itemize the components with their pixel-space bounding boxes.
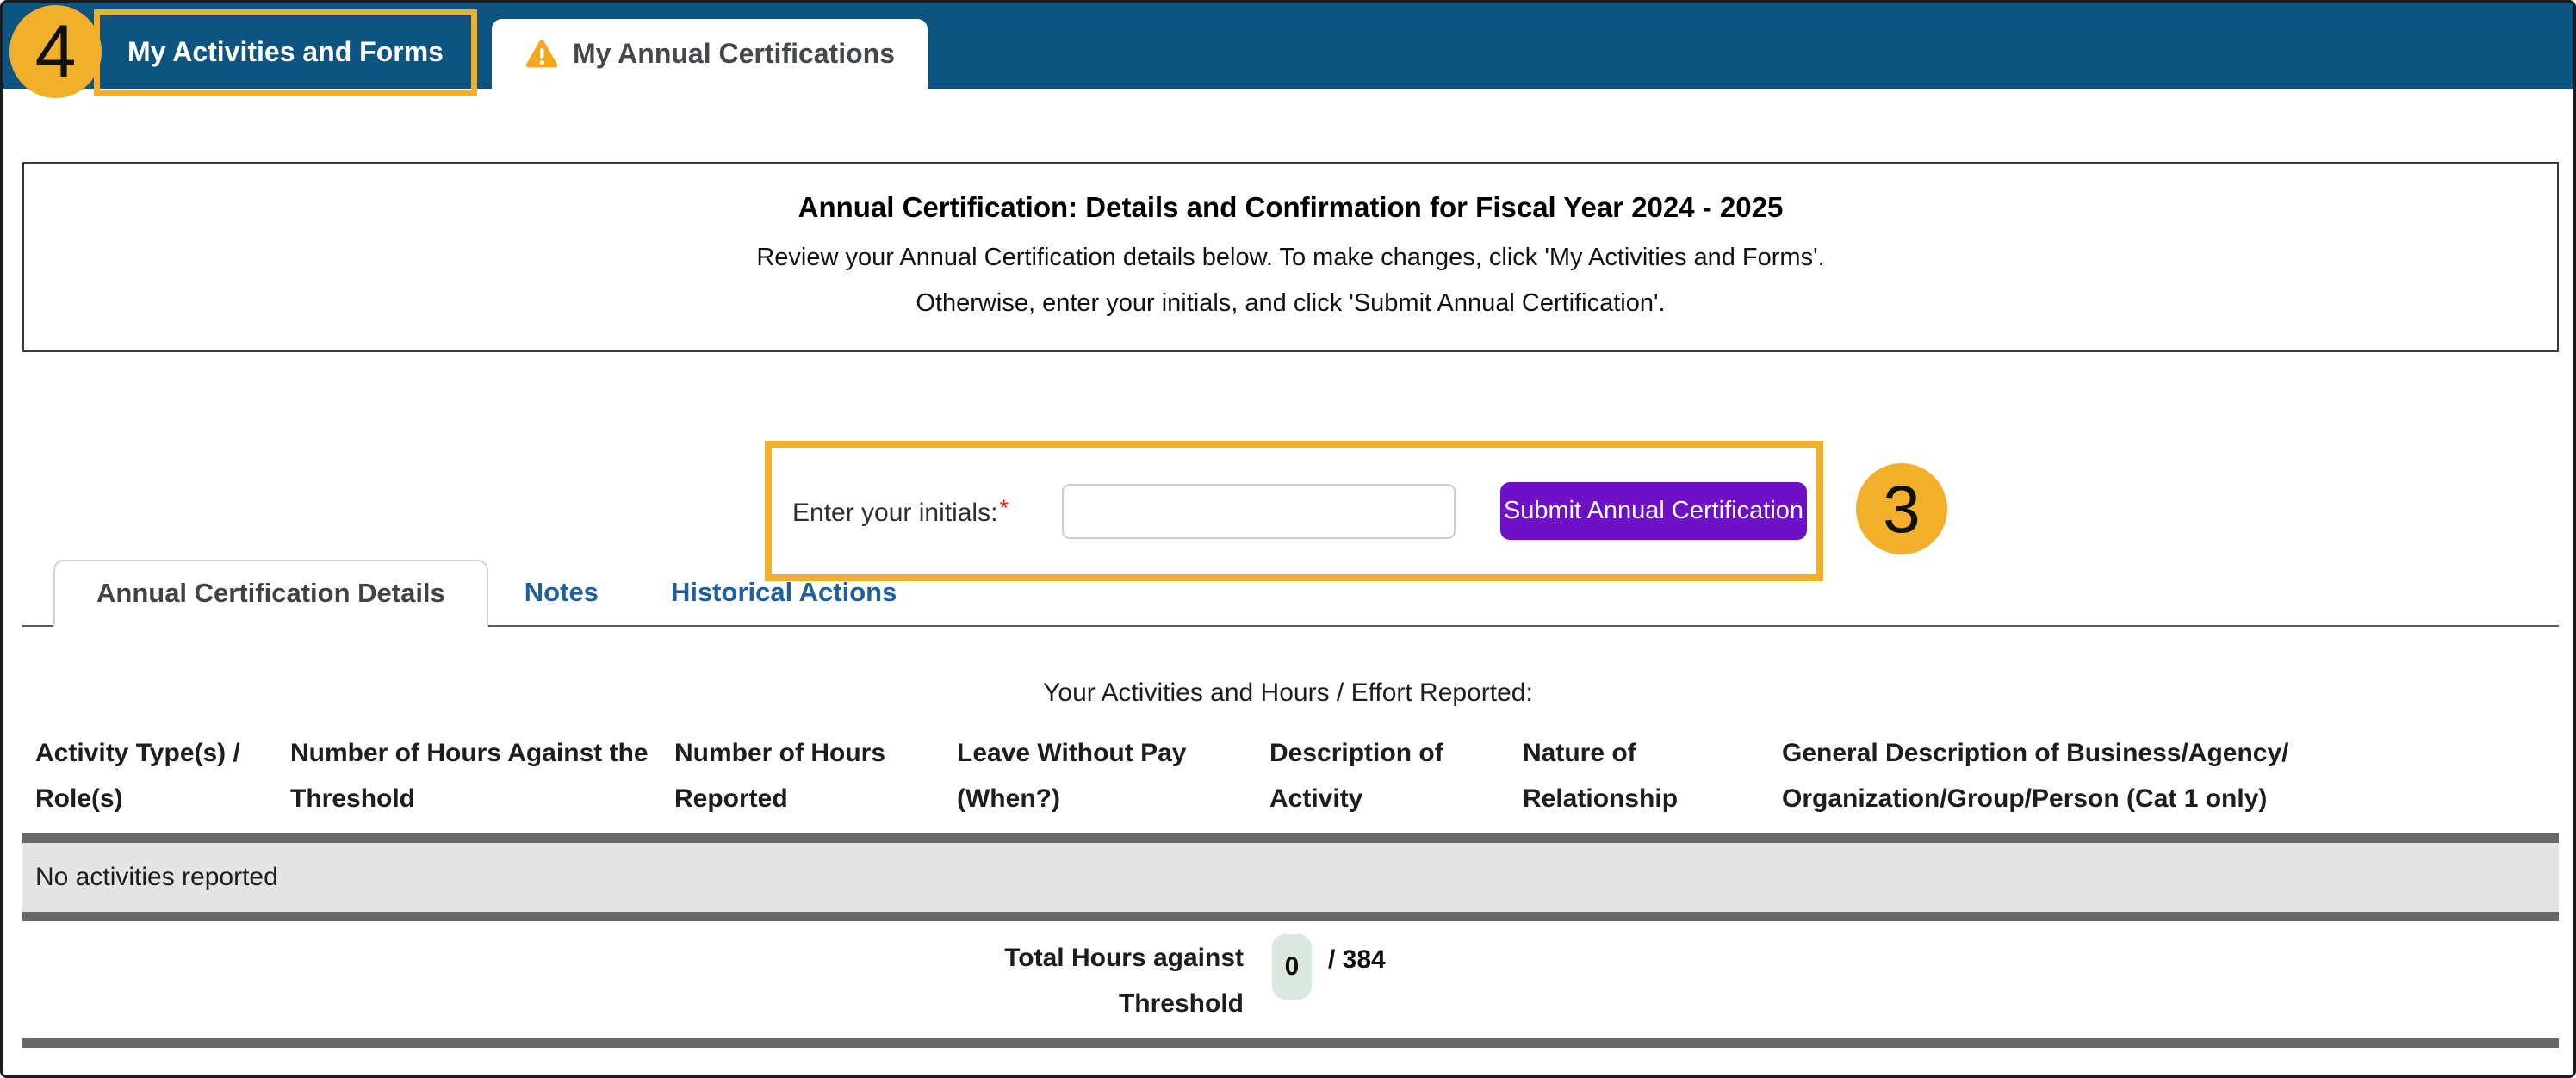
- table-divider-bottom: [22, 1038, 2559, 1048]
- warning-icon: [525, 38, 559, 70]
- tab-notes[interactable]: Notes: [488, 560, 635, 625]
- activities-table-caption: Your Activities and Hours / Effort Repor…: [3, 678, 2573, 708]
- column-activity-type-line1: Activity Type(s) /: [35, 730, 277, 776]
- totals-row: Total Hours against Threshold 0 / 384: [22, 921, 2559, 1038]
- column-description-of-activity: Description of Activity: [1257, 730, 1510, 821]
- tab-my-annual-certifications[interactable]: My Annual Certifications: [492, 19, 928, 89]
- column-activity-type: Activity Type(s) / Role(s): [22, 730, 277, 821]
- column-hours-against-threshold-line1: Number of Hours Against the: [290, 730, 661, 776]
- column-general-description: General Description of Business/Agency/ …: [1769, 730, 2559, 821]
- total-hours-label-line2: Threshold: [22, 981, 1244, 1026]
- total-hours-threshold: / 384: [1328, 945, 1386, 975]
- column-hours-reported-line2: Reported: [674, 776, 944, 821]
- column-description-of-activity-line1: Description of: [1269, 730, 1510, 776]
- column-leave-without-pay-line2: (When?): [957, 776, 1257, 821]
- column-hours-against-threshold-line2: Threshold: [290, 776, 661, 821]
- initials-input[interactable]: [1062, 484, 1456, 539]
- activities-table: Activity Type(s) / Role(s) Number of Hou…: [22, 730, 2559, 1048]
- column-nature-of-relationship: Nature of Relationship: [1510, 730, 1769, 821]
- column-nature-of-relationship-line2: Relationship: [1523, 776, 1769, 821]
- column-description-of-activity-line2: Activity: [1269, 776, 1510, 821]
- initials-form: Enter your initials:* Submit Annual Cert…: [765, 441, 1823, 581]
- column-general-description-line1: General Description of Business/Agency/: [1782, 730, 2559, 776]
- initials-label-text: Enter your initials:: [792, 499, 997, 527]
- column-leave-without-pay: Leave Without Pay (When?): [944, 730, 1257, 821]
- total-hours-value-badge: 0: [1272, 934, 1312, 1000]
- total-hours-label: Total Hours against Threshold: [22, 935, 1244, 1026]
- column-hours-reported-line1: Number of Hours: [674, 730, 944, 776]
- column-leave-without-pay-line1: Leave Without Pay: [957, 730, 1257, 776]
- column-activity-type-line2: Role(s): [35, 776, 277, 821]
- table-divider-middle: [22, 912, 2559, 921]
- empty-activities-message: No activities reported: [35, 863, 278, 892]
- empty-activities-row: No activities reported: [22, 843, 2559, 912]
- total-hours-value: 0: [1285, 952, 1300, 982]
- certification-banner: Annual Certification: Details and Confir…: [22, 162, 2559, 352]
- callout-step-4-number: 4: [35, 9, 77, 95]
- column-nature-of-relationship-line1: Nature of: [1523, 730, 1769, 776]
- tab-my-annual-certifications-label: My Annual Certifications: [573, 38, 895, 70]
- activities-table-header: Activity Type(s) / Role(s) Number of Hou…: [22, 730, 2559, 821]
- column-hours-reported: Number of Hours Reported: [661, 730, 944, 821]
- table-divider-top: [22, 833, 2559, 843]
- tab-annual-certification-details[interactable]: Annual Certification Details: [53, 560, 488, 627]
- tab-my-activities-and-forms-label: My Activities and Forms: [127, 15, 444, 89]
- callout-step-4: 4: [9, 5, 102, 98]
- callout-step-3: 3: [1856, 463, 1947, 554]
- submit-annual-certification-button[interactable]: Submit Annual Certification: [1500, 482, 1807, 540]
- column-general-description-line2: Organization/Group/Person (Cat 1 only): [1782, 776, 2559, 821]
- callout-step-3-number: 3: [1883, 470, 1920, 548]
- column-hours-against-threshold: Number of Hours Against the Threshold: [277, 730, 661, 821]
- total-hours-label-line1: Total Hours against: [22, 935, 1244, 981]
- annual-certification-page: 4 My Activities and Forms My Annual Cert…: [0, 0, 2576, 1078]
- required-asterisk: *: [999, 495, 1009, 521]
- banner-instruction-1: Review your Annual Certification details…: [756, 235, 1824, 281]
- tab-my-activities-and-forms[interactable]: My Activities and Forms: [94, 9, 477, 96]
- banner-title: Annual Certification: Details and Confir…: [798, 189, 1784, 226]
- initials-label: Enter your initials:*: [792, 495, 1009, 528]
- banner-instruction-2: Otherwise, enter your initials, and clic…: [916, 281, 1665, 326]
